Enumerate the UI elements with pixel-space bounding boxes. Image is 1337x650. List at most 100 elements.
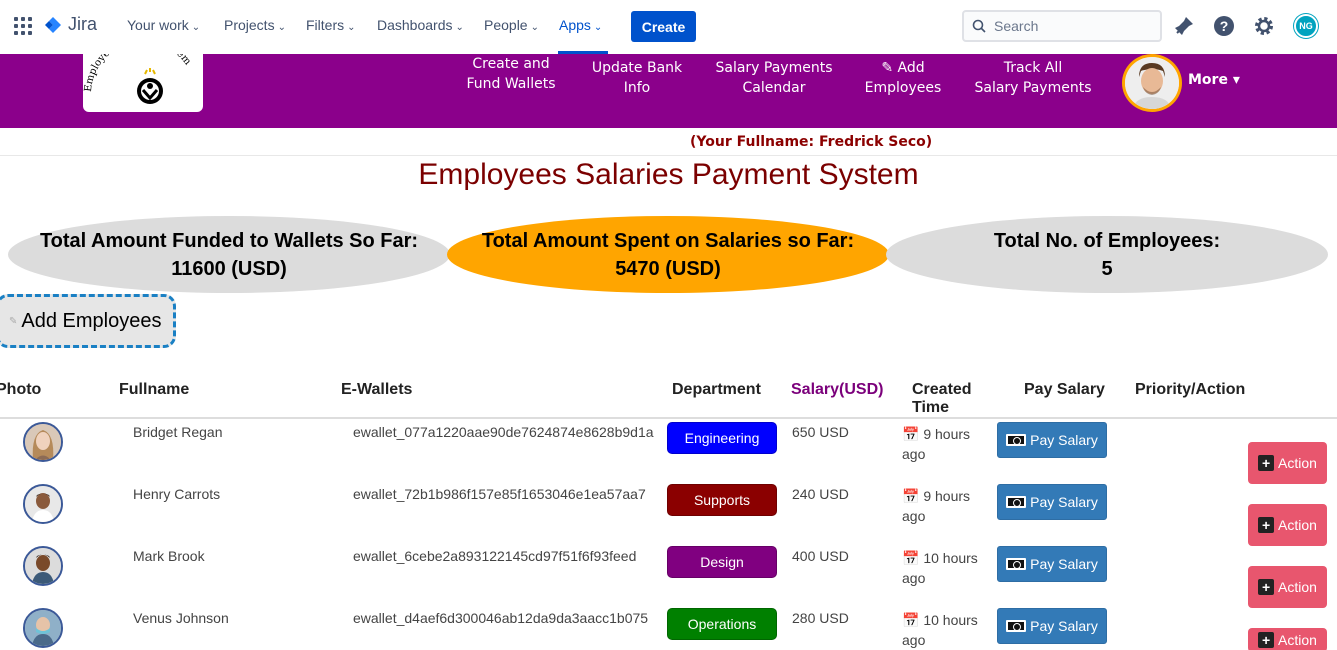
employee-salary: 280 USD	[792, 610, 849, 626]
calendar-icon: 📅	[902, 488, 920, 504]
stat-value: 11600 (USD)	[171, 257, 287, 280]
add-employees-button[interactable]: ✎ Add Employees	[0, 294, 176, 348]
action-button[interactable]: + Action	[1248, 504, 1327, 546]
nav-projects[interactable]: Projects ⌄	[224, 17, 286, 33]
action-label: Action	[1278, 517, 1317, 533]
nav-filters[interactable]: Filters ⌄	[306, 17, 356, 33]
app-logo[interactable]: Employees Salary System	[83, 54, 203, 112]
time-value: 10 hours	[923, 612, 978, 628]
user-avatar[interactable]: NG	[1294, 14, 1318, 38]
employee-name: Venus Johnson	[133, 610, 229, 626]
plus-icon: +	[1258, 632, 1275, 648]
money-icon	[1006, 620, 1027, 632]
menu-add-employees[interactable]: ✎ Add Employees	[860, 58, 946, 98]
nav-label: Filters	[306, 17, 345, 33]
nav-label: Dashboards	[377, 17, 453, 33]
stat-funded: Total Amount Funded to Wallets So Far: 1…	[8, 216, 450, 293]
table-row: Bridget Regan ewallet_077a1220aae90de762…	[0, 420, 1337, 484]
nav-apps[interactable]: Apps ⌄	[559, 17, 602, 33]
app-header: Employees Salary System Create and Fund …	[0, 54, 1337, 128]
time-suffix: ago	[902, 570, 926, 586]
action-button[interactable]: + Action	[1248, 628, 1327, 650]
jira-brand: Jira	[68, 14, 98, 34]
chevron-down-icon: ⌄	[347, 22, 356, 33]
nav-label: Your work	[127, 17, 189, 33]
menu-label: Fund Wallets	[466, 76, 556, 92]
pay-salary-button[interactable]: Pay Salary	[997, 484, 1107, 520]
menu-track-salary-payments[interactable]: Track All Salary Payments	[970, 58, 1096, 98]
money-icon	[1006, 496, 1027, 508]
nav-people[interactable]: People ⌄	[484, 17, 539, 33]
employee-avatar-icon	[25, 610, 61, 646]
apps-grid-icon[interactable]	[14, 17, 32, 35]
menu-label: Employees	[864, 80, 942, 96]
stat-label: Total Amount Funded to Wallets So Far:	[39, 229, 419, 252]
table-row: Venus Johnson ewallet_d4aef6d300046ab12d…	[0, 606, 1337, 650]
user-portrait-icon	[1125, 57, 1179, 109]
stat-value: 5470 (USD)	[615, 257, 721, 280]
menu-salary-payments-calendar[interactable]: Salary Payments Calendar	[712, 58, 836, 98]
nav-your-work[interactable]: Your work ⌄	[127, 17, 200, 33]
col-header-pay-salary: Pay Salary	[1024, 381, 1105, 398]
page-title: Employees Salaries Payment System	[418, 158, 919, 191]
col-header-priority-action: Priority/Action	[1135, 381, 1246, 398]
chevron-down-icon: ⌄	[530, 22, 539, 33]
employee-avatar-icon	[25, 486, 61, 522]
pay-salary-button[interactable]: Pay Salary	[997, 608, 1107, 644]
jira-top-nav: Jira Your work ⌄ Projects ⌄ Filters ⌄ Dashb…	[0, 0, 1337, 54]
search-input[interactable]	[994, 18, 1154, 34]
calendar-icon: 📅	[902, 612, 920, 628]
department-badge: Engineering	[667, 422, 777, 454]
search-box[interactable]	[962, 10, 1162, 42]
time-value: 10 hours	[923, 550, 978, 566]
col-header-fullname: Fullname	[119, 381, 190, 398]
action-button[interactable]: + Action	[1248, 442, 1327, 484]
settings-icon[interactable]	[1252, 14, 1276, 38]
employee-photo	[23, 422, 63, 462]
jira-logo[interactable]: Jira	[44, 14, 97, 35]
profile-photo[interactable]	[1122, 54, 1182, 112]
employee-wallet: ewallet_d4aef6d300046ab12da9da3aacc1b075	[353, 610, 649, 626]
divider	[0, 155, 1337, 156]
col-header-photo: Photo	[0, 381, 42, 398]
pay-label: Pay Salary	[1030, 432, 1098, 448]
menu-update-bank-info[interactable]: Update Bank Info	[588, 58, 686, 98]
jira-mark-icon	[45, 16, 61, 33]
pay-label: Pay Salary	[1030, 494, 1098, 510]
nav-dashboards[interactable]: Dashboards ⌄	[377, 17, 464, 33]
more-menu[interactable]: More ▾	[1188, 72, 1240, 88]
col-header-salary: Salary(USD)	[791, 381, 884, 398]
col-header-ewallets: E-Wallets	[341, 381, 413, 398]
menu-label: Update Bank	[591, 60, 683, 76]
nav-label: People	[484, 17, 528, 33]
pay-salary-button[interactable]: Pay Salary	[997, 422, 1107, 458]
pay-salary-button[interactable]: Pay Salary	[997, 546, 1107, 582]
created-time: 📅 10 hours ago	[902, 610, 982, 650]
stat-label: Total Amount Spent on Salaries so Far:	[481, 229, 855, 252]
create-button[interactable]: Create	[631, 11, 696, 42]
action-button[interactable]: + Action	[1248, 566, 1327, 608]
help-icon[interactable]: ?	[1212, 14, 1236, 38]
notifications-icon[interactable]	[1172, 14, 1196, 38]
header-line: Created	[912, 381, 972, 398]
money-icon	[1006, 558, 1027, 570]
created-time: 📅 9 hours ago	[902, 424, 982, 464]
stat-employees: Total No. of Employees: 5	[886, 216, 1328, 293]
menu-label: ✎ Add	[881, 60, 925, 76]
created-time: 📅 10 hours ago	[902, 548, 982, 588]
chevron-down-icon: ⌄	[455, 22, 464, 33]
employee-avatar-icon	[25, 424, 61, 460]
menu-label: Create and	[472, 56, 550, 72]
employee-photo	[23, 484, 63, 524]
chevron-down-icon: ⌄	[277, 22, 286, 33]
menu-label: Track All	[1003, 60, 1063, 76]
calendar-icon: 📅	[902, 426, 920, 442]
action-label: Action	[1278, 579, 1317, 595]
employee-wallet: ewallet_6cebe2a893122145cd97f51f6f93feed	[353, 548, 637, 564]
created-time: 📅 9 hours ago	[902, 486, 982, 526]
employee-salary: 400 USD	[792, 548, 849, 564]
time-suffix: ago	[902, 446, 926, 462]
employee-photo	[23, 546, 63, 586]
chevron-down-icon: ⌄	[191, 22, 201, 33]
menu-create-fund-wallets[interactable]: Create and Fund Wallets	[460, 54, 562, 94]
